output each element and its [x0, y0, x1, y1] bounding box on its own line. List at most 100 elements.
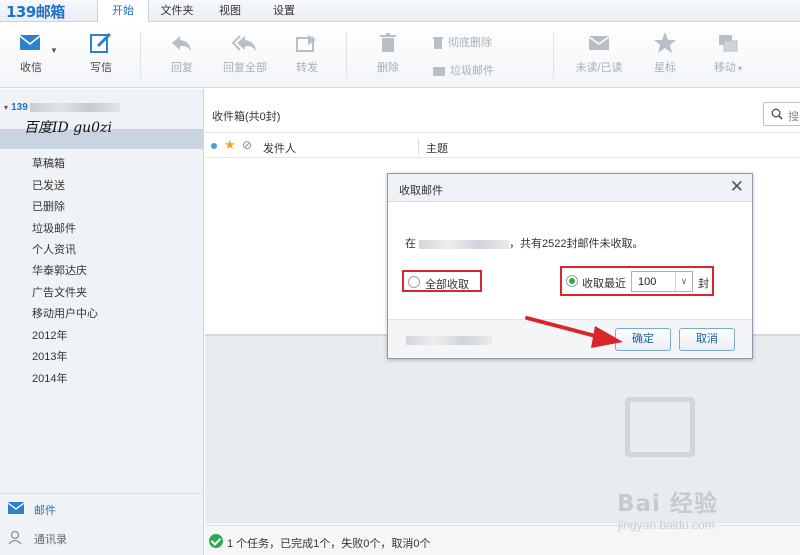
message-prefix: 在: [405, 238, 416, 250]
nav-contacts-label: 通讯录: [34, 534, 67, 546]
toolbar-separator: [553, 32, 554, 78]
sidebar-bottom-nav: 邮件 通讯录: [0, 493, 203, 555]
move-label: 移动: [713, 62, 736, 74]
star-label: 星标: [654, 62, 676, 74]
chevron-down-icon[interactable]: ∨: [675, 272, 692, 291]
unread-dot-icon[interactable]: [211, 143, 217, 149]
search-placeholder: 搜: [788, 111, 799, 123]
folder-2012[interactable]: 2012年: [32, 327, 67, 343]
compose-icon: [90, 32, 112, 53]
receive-dropdown-icon[interactable]: ▼: [50, 46, 58, 55]
folder-news[interactable]: 个人资讯: [32, 241, 76, 257]
dialog-title: 收取邮件: [399, 185, 443, 197]
dialog-titlebar: 收取邮件 ✕: [388, 174, 752, 202]
dialog-message: 在 ，共有2522封邮件未收取。: [405, 235, 644, 251]
count-select-value: 100: [638, 276, 657, 288]
compose-button[interactable]: 写信: [76, 30, 126, 75]
toolbar-separator: [346, 32, 347, 78]
reply-icon: [172, 36, 191, 51]
folder-spam[interactable]: 垃圾邮件: [32, 220, 76, 236]
contacts-icon: [8, 530, 22, 545]
tab-folders[interactable]: 文件夹: [150, 0, 204, 22]
account-row[interactable]: ▾ 139: [4, 101, 120, 113]
count-unit: 封: [698, 278, 709, 290]
close-icon[interactable]: ✕: [730, 178, 744, 196]
toolbar: 收信 ▼ 写信 回复 回复全部 转发 删除 彻底删除 垃圾邮件 未读/已读 星标…: [0, 22, 800, 88]
nav-contacts[interactable]: 通讯录: [8, 530, 67, 548]
cancel-button[interactable]: 取消: [679, 328, 735, 351]
tab-settings[interactable]: 设置: [260, 0, 308, 22]
read-status-label: 未读/已读: [575, 62, 623, 74]
radio-receive-all[interactable]: [408, 276, 420, 288]
app-logo: 139邮箱: [6, 3, 65, 21]
receive-button[interactable]: 收信: [6, 30, 56, 75]
option-receive-all[interactable]: 全部收取: [402, 270, 482, 292]
purge-button[interactable]: 彻底删除: [432, 34, 492, 50]
subject-column-header[interactable]: 主题: [426, 140, 448, 156]
mail-list-header: ★ ⊘ 发件人 主题: [205, 134, 800, 158]
watermark-mail-icon: [625, 397, 695, 457]
reply-label: 回复: [171, 62, 193, 74]
account-redacted: [419, 239, 510, 249]
sender-column-header[interactable]: 发件人: [263, 140, 296, 156]
forward-label: 转发: [296, 62, 318, 74]
watermark-url: jingyan.baidu.com: [618, 518, 715, 532]
star-button[interactable]: 星标: [640, 30, 690, 75]
option-receive-recent[interactable]: 收取最近 100 ∨: [560, 266, 714, 296]
search-icon: [771, 108, 783, 120]
compose-label: 写信: [90, 62, 112, 74]
move-icon: [719, 35, 738, 52]
inbox-title: 收件箱(共0封): [212, 111, 281, 123]
folder-ads[interactable]: 广告文件夹: [32, 284, 87, 300]
star-icon: [654, 32, 676, 53]
column-divider: [418, 138, 419, 154]
radio-receive-recent[interactable]: [566, 275, 578, 287]
folder-custom-1[interactable]: 华泰郭达庆: [32, 262, 87, 278]
purge-icon: [433, 37, 443, 49]
top-menu-bar: 139邮箱 开始 文件夹 视图 设置: [0, 0, 800, 23]
receive-label: 收信: [20, 62, 42, 74]
reply-button[interactable]: 回复: [157, 30, 207, 75]
folder-drafts[interactable]: 草稿箱: [32, 155, 65, 171]
trash-icon: [380, 33, 396, 52]
annotation-arrow-icon: [525, 316, 623, 348]
nav-mail-label: 邮件: [34, 505, 56, 517]
folder-mobile-center[interactable]: 移动用户中心: [32, 305, 98, 321]
nav-mail[interactable]: 邮件: [7, 502, 56, 517]
delete-label: 删除: [377, 62, 399, 74]
move-button[interactable]: 移动 ▾: [703, 30, 753, 75]
account-prefix: 139: [11, 102, 28, 113]
spam-button[interactable]: 垃圾邮件: [432, 62, 494, 78]
search-input[interactable]: 搜: [763, 102, 800, 126]
success-check-icon: [209, 534, 223, 548]
delete-button[interactable]: 删除: [363, 30, 413, 75]
message-suffix: ，共有2522封邮件未收取。: [509, 238, 644, 250]
tab-view[interactable]: 视图: [206, 0, 254, 22]
option-receive-all-label: 全部收取: [425, 279, 469, 291]
collapse-arrow-icon[interactable]: ▾: [4, 103, 8, 112]
star-column-icon[interactable]: ★: [224, 137, 236, 153]
user-watermark: 百度ID gu0zi: [24, 120, 112, 136]
envelope-icon: [588, 36, 610, 50]
tab-start[interactable]: 开始: [97, 0, 149, 23]
read-status-button[interactable]: 未读/已读: [570, 30, 628, 75]
spam-label: 垃圾邮件: [450, 65, 494, 77]
reply-all-icon: [232, 35, 256, 51]
watermark-brand: Bai 经验: [617, 491, 718, 517]
forward-icon: [296, 35, 316, 52]
folder-sent[interactable]: 已发送: [32, 177, 65, 193]
purge-label: 彻底删除: [448, 37, 492, 49]
option-receive-recent-label: 收取最近: [582, 278, 626, 290]
folder-deleted[interactable]: 已删除: [32, 198, 65, 214]
toolbar-separator: [140, 32, 141, 78]
count-select[interactable]: 100 ∨: [631, 271, 693, 292]
reply-all-button[interactable]: 回复全部: [216, 30, 274, 75]
attachment-column-icon[interactable]: ⊘: [242, 138, 252, 152]
folder-2013[interactable]: 2013年: [32, 348, 67, 364]
reply-all-label: 回复全部: [223, 62, 267, 74]
folder-2014[interactable]: 2014年: [32, 370, 67, 386]
sidebar: ▾ 139 百度ID gu0zi 草稿箱 已发送 已删除 垃圾邮件 个人资讯 华…: [0, 89, 204, 555]
forward-button[interactable]: 转发: [282, 30, 332, 75]
account-redacted: [29, 102, 120, 112]
receive-mail-icon: [19, 35, 41, 50]
